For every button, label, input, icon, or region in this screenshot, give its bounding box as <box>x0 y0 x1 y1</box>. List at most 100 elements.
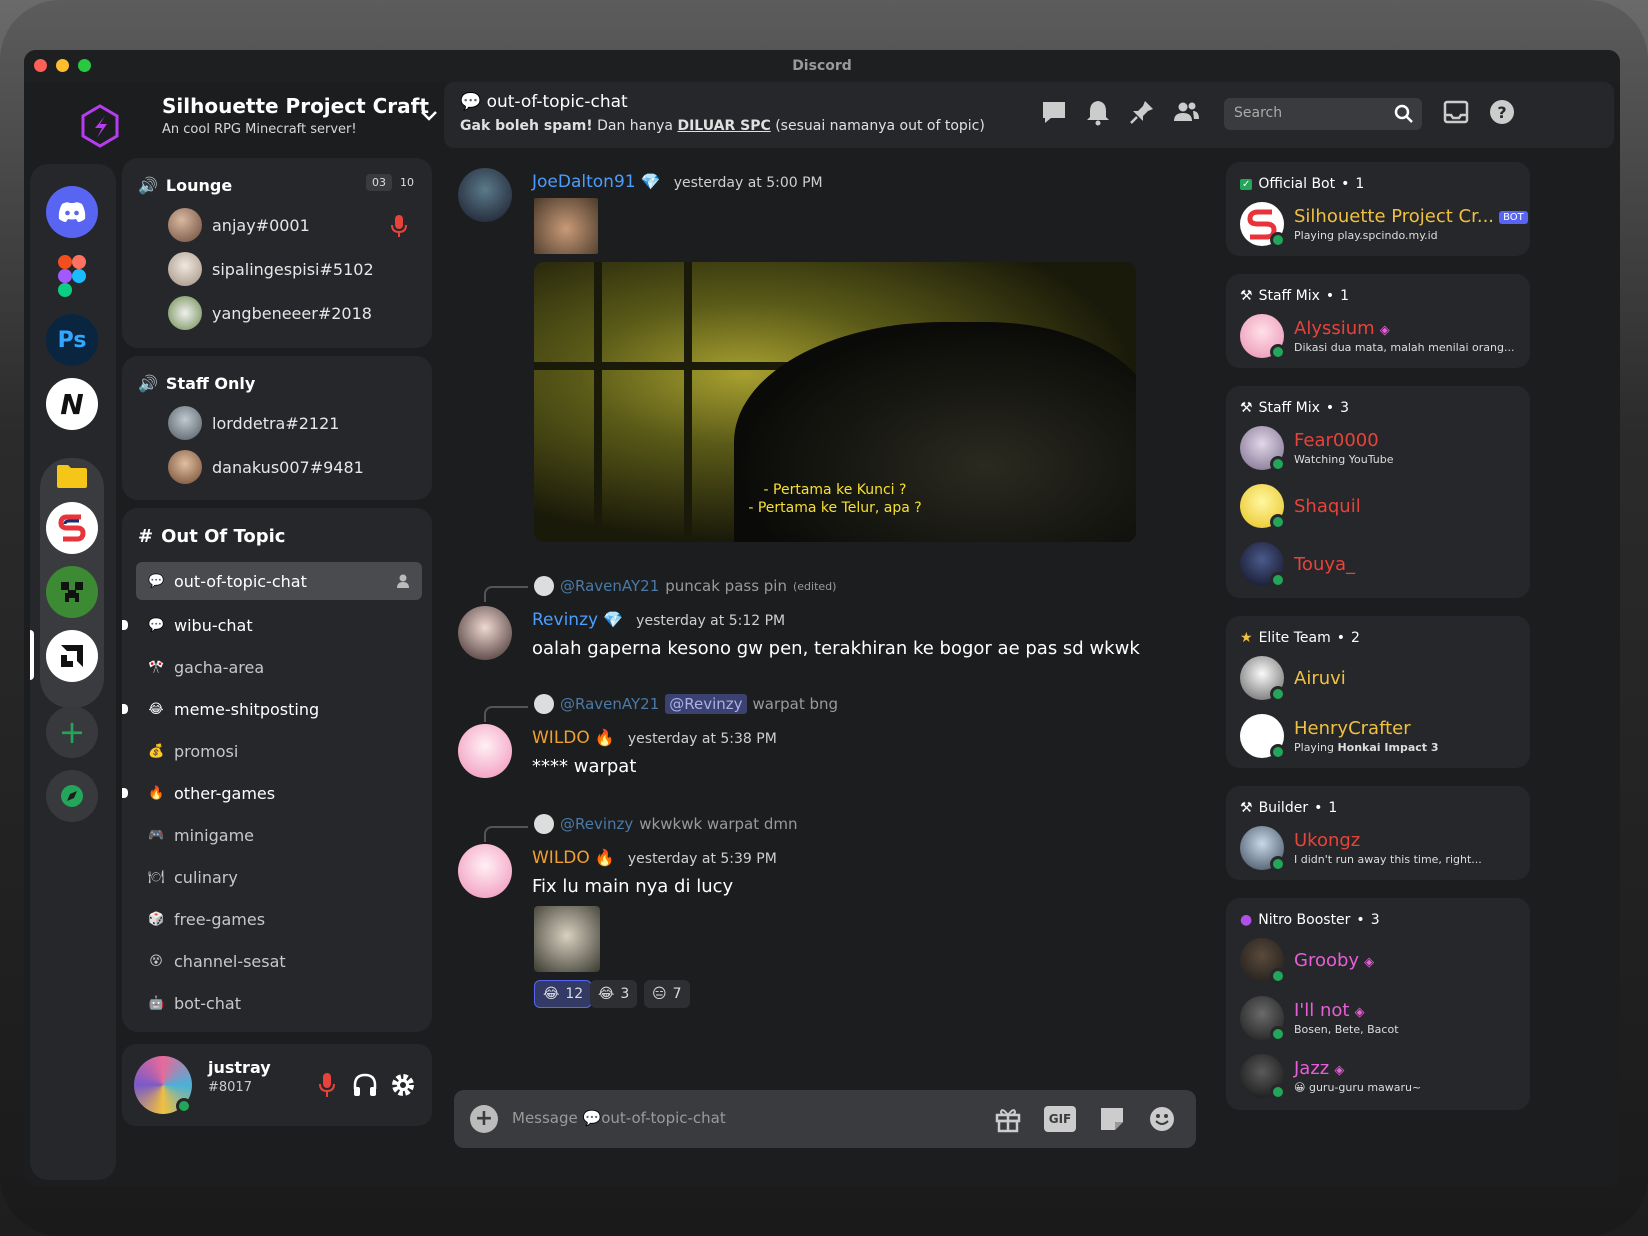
mute-mic-icon[interactable] <box>318 1072 336 1098</box>
video-embed[interactable]: - Pertama ke Kunci ? - Pertama ke Telur,… <box>534 262 1136 542</box>
voice-user[interactable]: yangbeneeer#2018 <box>168 296 372 330</box>
channel-other-games[interactable]: 🔥 other-games <box>122 774 422 812</box>
voice-channel-staff-only[interactable]: 🔊 Staff Only lorddetra#2121 danakus007#9… <box>122 356 432 500</box>
voice-channel-lounge[interactable]: 🔊 Lounge 03 10 anjay#0001 sipalingespisi… <box>122 158 432 348</box>
search-input[interactable]: Search <box>1224 98 1422 130</box>
minecraft-server-icon[interactable] <box>46 566 98 618</box>
member-item[interactable]: Shaquil <box>1240 484 1361 530</box>
silhouette-server-icon[interactable] <box>46 502 98 554</box>
n-server-icon[interactable]: N <box>46 378 98 430</box>
explore-servers-icon[interactable] <box>46 770 98 822</box>
member-item[interactable]: Touya_ <box>1240 542 1356 588</box>
member-item[interactable]: Fear0000 Watching YouTube <box>1240 426 1394 472</box>
gift-icon[interactable] <box>994 1105 1022 1133</box>
help-icon[interactable]: ? <box>1488 98 1516 126</box>
channel-out-of-topic-chat[interactable]: 💬 out-of-topic-chat <box>136 562 422 600</box>
topic-link[interactable]: DILUAR SPC <box>677 118 770 134</box>
chevron-down-icon[interactable] <box>418 104 440 126</box>
member-name: Silhouette Project Cr... <box>1294 206 1495 227</box>
voice-channel-header: 🔊 Staff Only <box>138 374 255 393</box>
member-item[interactable]: Ukongz I didn't run away this time, right… <box>1240 826 1482 872</box>
message-author[interactable]: Revinzy <box>532 610 598 630</box>
channel-name: gacha-area <box>174 657 265 677</box>
member-name: Touya_ <box>1294 553 1356 575</box>
voice-limit-badge: 10 <box>400 176 414 189</box>
member-item[interactable]: I'll not ◈ Bosen, Bete, Bacot <box>1240 996 1399 1042</box>
voice-user[interactable]: sipalingespisi#5102 <box>168 252 374 286</box>
unread-indicator <box>122 620 128 630</box>
reply-preview[interactable]: @Revinzy wkwkwk warpat dmn <box>534 814 798 834</box>
reply-preview[interactable]: @RavenAY21 puncak pass pin (edited) <box>534 576 836 596</box>
message-avatar[interactable] <box>458 606 512 660</box>
message-composer[interactable]: + Message 💬out-of-topic-chat GIF <box>454 1090 1196 1148</box>
voice-user[interactable]: danakus007#9481 <box>168 450 364 484</box>
member-item[interactable]: Jazz ◈ 😀 guru-guru mawaru~ <box>1240 1054 1421 1100</box>
message-avatar[interactable] <box>458 724 512 778</box>
sticker-image[interactable] <box>534 906 600 972</box>
member-name: Fear0000 <box>1294 430 1379 451</box>
sticker-icon[interactable] <box>1098 1105 1126 1133</box>
invite-member-icon[interactable] <box>396 573 412 589</box>
message-avatar[interactable] <box>458 844 512 898</box>
voice-user[interactable]: anjay#0001 <box>168 208 310 242</box>
minimize-window-button[interactable] <box>56 59 69 72</box>
category-header[interactable]: # Out Of Topic <box>138 526 285 547</box>
voice-user[interactable]: lorddetra#2121 <box>168 406 339 440</box>
member-item[interactable]: Alyssium ◈ Dikasi dua mata, malah menilai… <box>1240 314 1514 360</box>
group-name: Builder <box>1258 800 1309 816</box>
composer-placeholder[interactable]: Message 💬out-of-topic-chat <box>512 1109 726 1127</box>
member-list-icon[interactable] <box>1172 98 1200 126</box>
channel-channel-sesat[interactable]: 😵 channel-sesat <box>136 942 422 980</box>
server-header[interactable]: Silhouette Project Craft An cool RPG Min… <box>52 82 452 162</box>
topic-text: Dan hanya <box>592 118 678 134</box>
emoji-picker-icon[interactable] <box>1148 1105 1176 1133</box>
message-author[interactable]: WILDO <box>532 848 590 868</box>
folder-icon[interactable] <box>46 450 98 502</box>
gif-icon[interactable]: GIF <box>1044 1106 1076 1132</box>
threads-icon[interactable] <box>1040 98 1068 126</box>
figma-server-icon[interactable] <box>46 250 98 302</box>
notification-bell-icon[interactable] <box>1084 98 1112 126</box>
reaction-button[interactable]: 😂 3 <box>590 980 638 1008</box>
headphones-icon[interactable] <box>352 1072 378 1098</box>
channel-culinary[interactable]: 🍽 culinary <box>136 858 422 896</box>
message-avatar[interactable] <box>458 168 512 222</box>
add-attachment-icon[interactable]: + <box>470 1105 498 1133</box>
reaction-button[interactable]: 😑 7 <box>644 980 690 1008</box>
discord-home-icon[interactable] <box>46 186 98 238</box>
sticker-image[interactable] <box>534 198 598 254</box>
member-item[interactable]: Airuvi <box>1240 656 1346 702</box>
photoshop-server-icon[interactable]: Ps <box>46 314 98 366</box>
reply-preview[interactable]: @RavenAY21 @Revinzy warpat bng <box>534 694 838 714</box>
pin-icon[interactable] <box>1128 98 1156 126</box>
close-window-button[interactable] <box>34 59 47 72</box>
member-item[interactable]: HenryCrafter Playing Honkai Impact 3 <box>1240 714 1439 760</box>
member-status: Watching YouTube <box>1294 453 1394 466</box>
voice-user-name: yangbeneeer#2018 <box>212 303 372 323</box>
channel-wibu-chat[interactable]: 💬 wibu-chat <box>122 606 422 644</box>
channel-bot-chat[interactable]: 🤖 bot-chat <box>136 984 422 1022</box>
settings-gear-icon[interactable] <box>390 1072 416 1098</box>
channel-meme-shitposting[interactable]: 😂 meme-shitposting <box>122 690 422 728</box>
channel-promosi[interactable]: 💰 promosi <box>136 732 422 770</box>
amd-server-icon[interactable] <box>46 630 98 682</box>
message-author[interactable]: WILDO <box>532 728 590 748</box>
channel-gacha-area[interactable]: 🎌 gacha-area <box>136 648 422 686</box>
channel-free-games[interactable]: 🎲 free-games <box>136 900 422 938</box>
channel-minigame[interactable]: 🎮 minigame <box>136 816 422 854</box>
member-avatar <box>1240 826 1286 872</box>
group-name: Official Bot <box>1258 176 1336 192</box>
topic-bold: Gak boleh spam! <box>460 118 593 134</box>
reaction-emoji: 😑 <box>652 986 667 1002</box>
voice-count-badge: 03 <box>366 174 392 191</box>
reaction-button[interactable]: 😂 12 <box>534 980 593 1008</box>
member-item[interactable]: Grooby ◈ <box>1240 938 1374 984</box>
group-name: Nitro Booster <box>1258 912 1351 928</box>
member-item[interactable]: Silhouette Project Cr... BOT Playing play… <box>1240 202 1528 248</box>
reply-avatar <box>534 814 554 834</box>
channel-name: wibu-chat <box>174 615 253 635</box>
zoom-window-button[interactable] <box>78 59 91 72</box>
message-author[interactable]: JoeDalton91 <box>532 172 636 192</box>
add-server-icon[interactable]: + <box>46 706 98 758</box>
inbox-icon[interactable] <box>1442 98 1470 126</box>
